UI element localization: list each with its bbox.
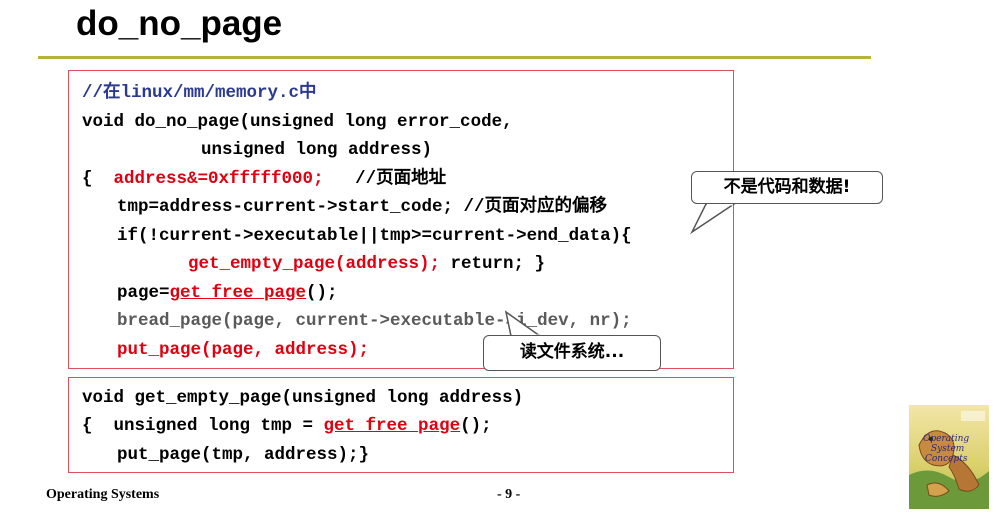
callout-pointer-not-code: [504, 202, 737, 338]
book-cover-title-3: Concepts: [925, 454, 968, 464]
footer-course-name: Operating Systems: [46, 487, 160, 502]
slide: do_no_page //在linux/mm/memory.c中 void do…: [0, 0, 996, 530]
book-cover-title-1: Operating: [923, 434, 969, 444]
callout-not-code-data: 不是代码和数据!: [691, 171, 883, 204]
book-cover-title-2: System: [931, 444, 964, 454]
callout-read-filesystem: 读文件系统...: [483, 335, 661, 371]
footer-page-number: - 9 -: [497, 487, 521, 502]
operating-system-concepts-book-cover-icon: Operating System Concepts: [909, 405, 989, 509]
